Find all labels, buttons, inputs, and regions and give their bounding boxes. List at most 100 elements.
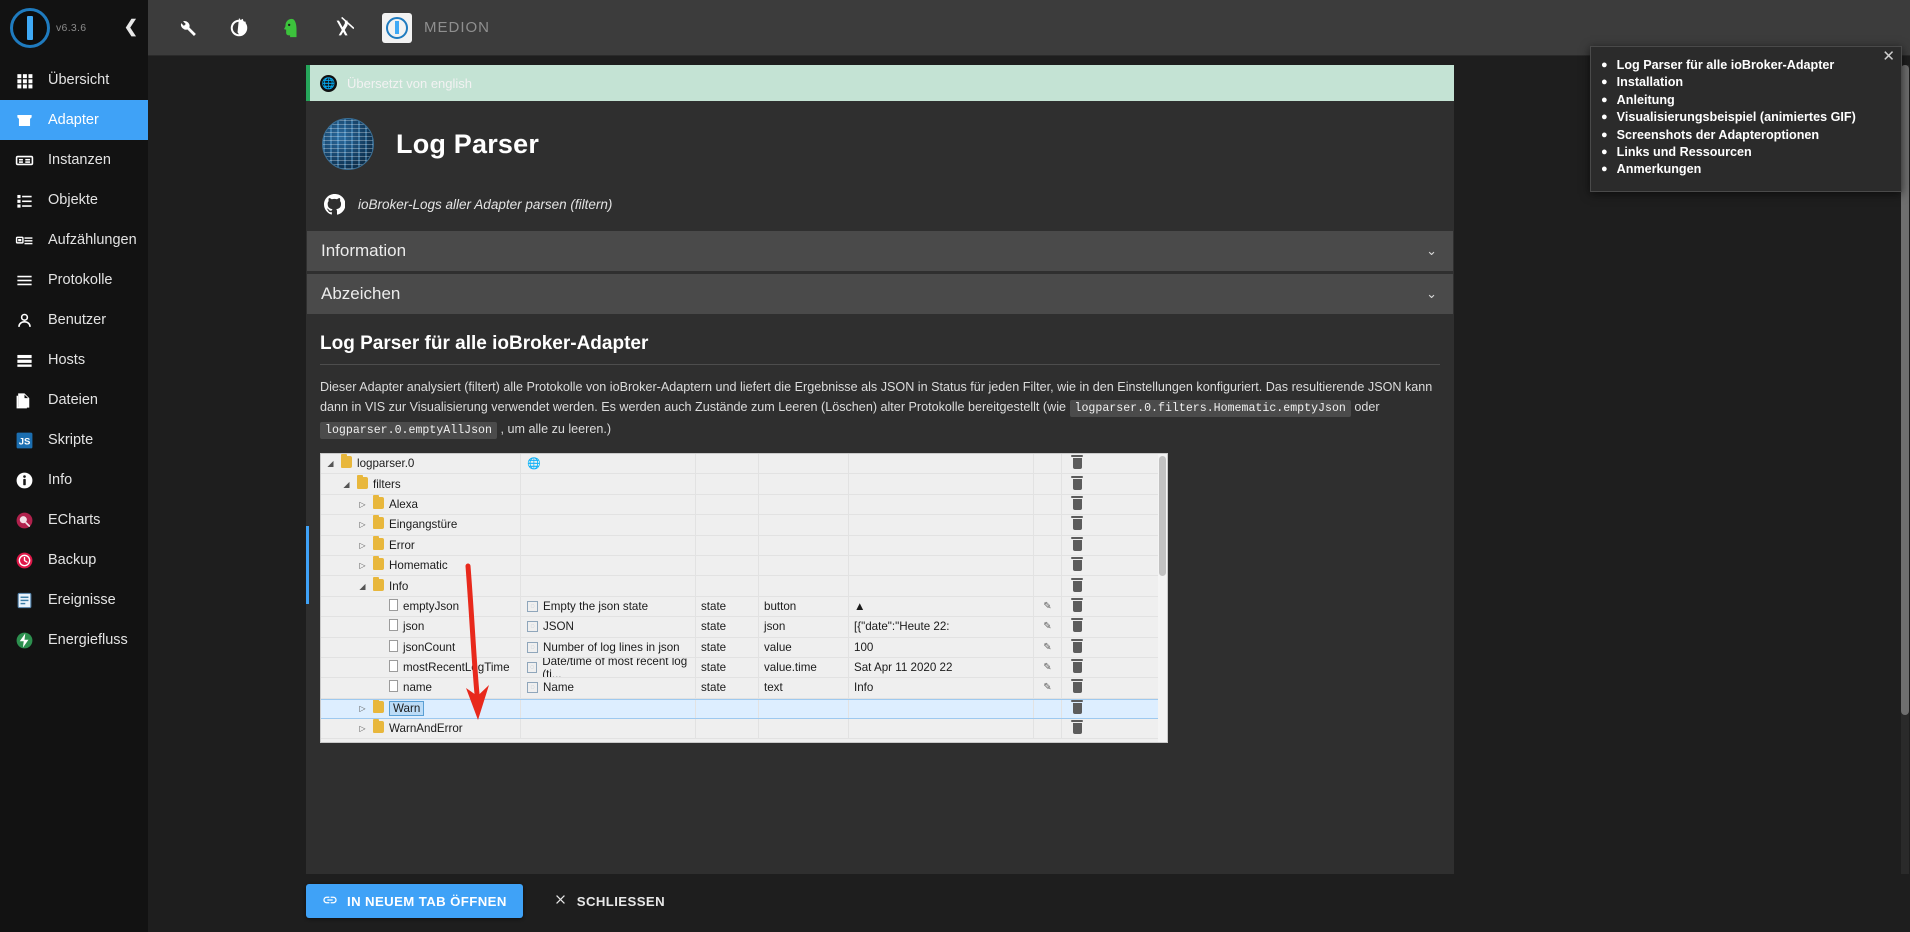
tree-scroll-thumb[interactable] [1159, 456, 1166, 576]
wrench-icon[interactable] [174, 15, 200, 41]
tree-value-cell [849, 474, 1034, 494]
sidebar-item-ereignisse[interactable]: Ereignisse [0, 580, 148, 620]
table-row[interactable]: ▷ Eingangstüre [321, 515, 1167, 536]
sidebar-item-adapter[interactable]: Adapter [0, 100, 148, 140]
table-row[interactable]: ▷ Warn [321, 698, 1167, 720]
toc-item[interactable]: ● Installation [1601, 74, 1887, 91]
tree-name-cell[interactable]: ▷ Warn [321, 699, 521, 719]
sidebar-item-objekte[interactable]: Objekte [0, 180, 148, 220]
tree-name-cell[interactable]: ◢ Info [321, 576, 521, 596]
sidebar-item-hosts[interactable]: Hosts [0, 340, 148, 380]
sidebar-item-skripte[interactable]: JS Skripte [0, 420, 148, 460]
expand-caret-icon[interactable]: ▷ [357, 561, 368, 570]
table-row[interactable]: ◢ Info [321, 576, 1167, 597]
sidebar-item-aufz-hlungen[interactable]: Aufzählungen [0, 220, 148, 260]
toc-item[interactable]: ● Links und Ressourcen [1601, 144, 1887, 161]
edit-pencil-icon[interactable]: ✎ [1034, 657, 1062, 678]
tree-role-cell [696, 494, 759, 515]
tree-name-cell[interactable]: ▷ Eingangstüre [321, 515, 521, 535]
tree-name-cell[interactable]: name [321, 678, 521, 698]
sidebar-item-echarts[interactable]: ECharts [0, 500, 148, 540]
object-tree-table[interactable]: ◢ logparser.0 🌐 ◢ filters ▷ Alexa ▷ Eingangstüre… [320, 453, 1168, 743]
delete-trash-icon[interactable] [1062, 536, 1092, 555]
toc-item[interactable]: ● Screenshots der Adapteroptionen [1601, 127, 1887, 144]
toc-item[interactable]: ● Anleitung [1601, 92, 1887, 109]
tree-name-cell[interactable]: mostRecentLogTime [321, 657, 521, 678]
edit-pencil-icon[interactable]: ✎ [1034, 617, 1062, 637]
edit-pencil-icon[interactable]: ✎ [1034, 637, 1062, 657]
sidebar-item-instanzen[interactable]: Instanzen [0, 140, 148, 180]
toc-item-label: Log Parser für alle ioBroker-Adapter [1616, 58, 1835, 72]
sidebar-item-backup[interactable]: Backup [0, 540, 148, 580]
close-icon[interactable]: ✕ [1882, 49, 1895, 64]
toc-item-label: Anmerkungen [1616, 162, 1702, 177]
edit-pencil-icon[interactable]: ✎ [1034, 678, 1062, 698]
tree-name-cell[interactable]: ▷ Error [321, 535, 521, 555]
delete-trash-icon[interactable] [1062, 597, 1092, 616]
tree-name-cell[interactable]: jsonCount [321, 637, 521, 657]
expand-caret-icon[interactable]: ▷ [357, 500, 368, 509]
sidebar-item-dateien[interactable]: Dateien [0, 380, 148, 420]
toc-item[interactable]: ● Anmerkungen [1601, 161, 1887, 178]
table-row[interactable]: ▷ Error [321, 535, 1167, 556]
expand-caret-icon[interactable]: ◢ [341, 480, 352, 489]
delete-trash-icon[interactable] [1062, 700, 1092, 718]
table-row[interactable]: mostRecentLogTime ◌ Date/time of most rece… [321, 657, 1167, 679]
close-dialog-button[interactable]: SCHLIESSEN [537, 884, 681, 918]
sidebar-collapse-icon[interactable]: ❮ [124, 18, 138, 35]
state-icon: ◌ [527, 682, 538, 694]
table-row[interactable]: ▷ Alexa [321, 494, 1167, 516]
tree-name-cell[interactable]: json [321, 617, 521, 637]
delete-trash-icon[interactable] [1062, 617, 1092, 636]
contrast-icon[interactable] [226, 15, 252, 41]
delete-trash-icon[interactable] [1062, 495, 1092, 514]
table-row[interactable]: jsonCount ◌ Number of log lines in json sta… [321, 637, 1167, 658]
expand-caret-icon[interactable]: ▷ [357, 704, 368, 713]
toc-item[interactable]: ● Log Parser für alle ioBroker-Adapter [1601, 57, 1887, 74]
expand-caret-icon[interactable]: ▷ [357, 724, 368, 733]
table-row[interactable]: ◢ filters [321, 474, 1167, 495]
table-row[interactable]: ◢ logparser.0 🌐 [321, 454, 1167, 475]
toc-item[interactable]: ● Visualisierungsbeispiel (animiertes GIF… [1601, 109, 1887, 126]
tree-name-cell[interactable]: ◢ filters [321, 474, 521, 494]
sync-off-icon[interactable] [330, 15, 356, 41]
dialog-scroll-thumb[interactable] [1901, 65, 1909, 715]
tree-scrollbar[interactable] [1158, 454, 1167, 742]
github-subtitle: ioBroker-Logs aller Adapter parsen (filt… [358, 197, 613, 212]
accordion-information[interactable]: Information ⌄ [307, 231, 1453, 271]
table-row[interactable]: ▷ Homematic [321, 555, 1167, 577]
sidebar-item-energiefluss[interactable]: Energiefluss [0, 620, 148, 660]
edit-pencil-icon[interactable]: ✎ [1034, 596, 1062, 617]
expand-caret-icon[interactable]: ◢ [357, 582, 368, 591]
delete-trash-icon[interactable] [1062, 658, 1092, 677]
tree-name-cell[interactable]: ▷ Alexa [321, 494, 521, 515]
tree-name-cell[interactable]: ▷ Homematic [321, 555, 521, 576]
expert-head-icon[interactable] [278, 15, 304, 41]
table-row[interactable]: json ◌ JSON state json [{"date":"Heute 22: ✎ [321, 617, 1167, 638]
table-row[interactable]: ▷ WarnAndError [321, 719, 1167, 740]
delete-trash-icon[interactable] [1062, 515, 1092, 534]
tree-desc-cell [521, 576, 696, 596]
open-new-tab-button[interactable]: IN NEUEM TAB ÖFFNEN [306, 884, 523, 918]
delete-trash-icon[interactable] [1062, 556, 1092, 575]
tree-name-cell[interactable]: ◢ logparser.0 [321, 454, 521, 474]
github-row[interactable]: ioBroker-Logs aller Adapter parsen (filt… [306, 180, 1454, 231]
delete-trash-icon[interactable] [1062, 638, 1092, 657]
expand-caret-icon[interactable]: ▷ [357, 520, 368, 529]
sidebar-item-info[interactable]: Info [0, 460, 148, 500]
sidebar-item-benutzer[interactable]: Benutzer [0, 300, 148, 340]
delete-trash-icon[interactable] [1062, 454, 1092, 473]
delete-trash-icon[interactable] [1062, 678, 1092, 697]
expand-caret-icon[interactable]: ◢ [325, 459, 336, 468]
sidebar-item-protokolle[interactable]: Protokolle [0, 260, 148, 300]
accordion-abzeichen[interactable]: Abzeichen ⌄ [307, 274, 1453, 314]
delete-trash-icon[interactable] [1062, 474, 1092, 493]
tree-name-cell[interactable]: emptyJson [321, 596, 521, 617]
table-row[interactable]: name ◌ Name state text Info ✎ [321, 678, 1167, 699]
sidebar-item--bersicht[interactable]: Übersicht [0, 60, 148, 100]
delete-trash-icon[interactable] [1062, 719, 1092, 738]
table-row[interactable]: emptyJson ◌ Empty the json state state butto… [321, 596, 1167, 618]
delete-trash-icon[interactable] [1062, 576, 1092, 595]
expand-caret-icon[interactable]: ▷ [357, 541, 368, 550]
tree-name-cell[interactable]: ▷ WarnAndError [321, 719, 521, 739]
